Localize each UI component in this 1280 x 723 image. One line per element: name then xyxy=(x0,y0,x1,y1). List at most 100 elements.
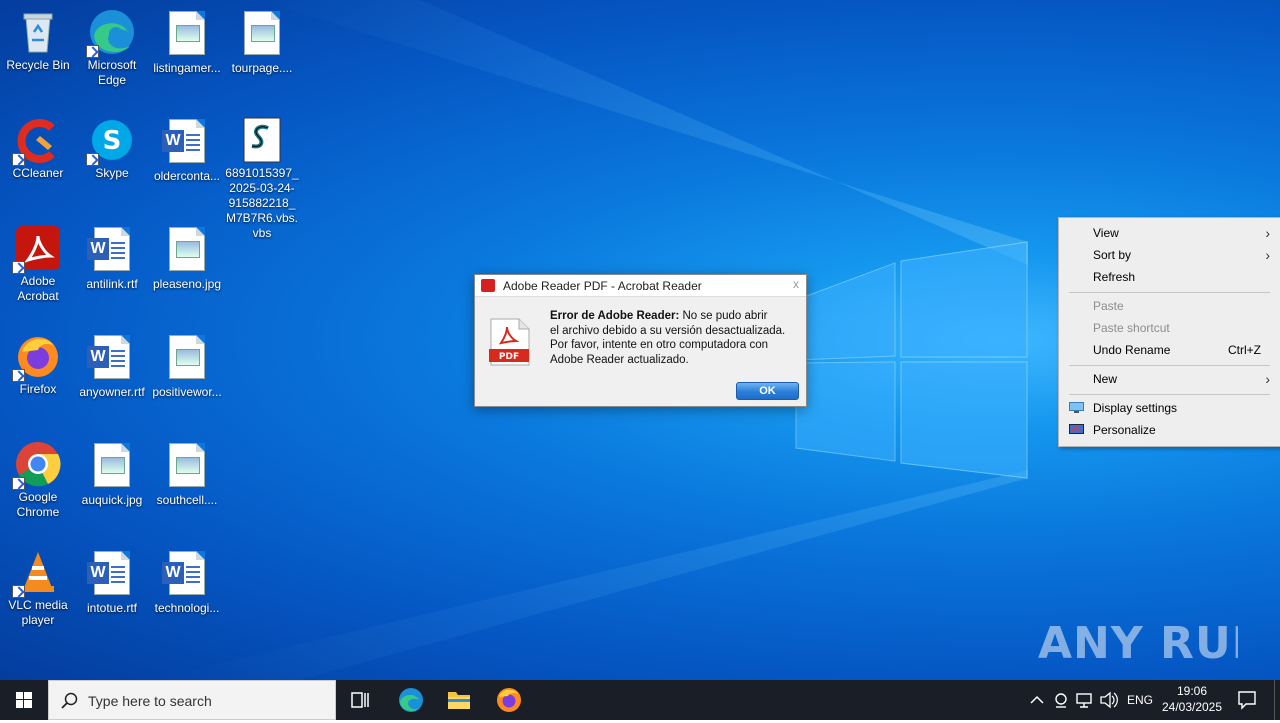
start-button[interactable] xyxy=(0,680,48,720)
adobe-reader-error-dialog: Adobe Reader PDF - Acrobat Reader x PDF … xyxy=(474,274,807,407)
taskbar-search-box[interactable]: Type here to search xyxy=(48,680,336,720)
menu-item-refresh[interactable]: Refresh xyxy=(1059,266,1280,288)
dialog-close-button[interactable]: x xyxy=(793,277,799,291)
desktop-icon-label: olderconta... xyxy=(153,169,221,183)
shortcut-arrow-icon xyxy=(12,153,25,166)
dialog-message: Error de Adobe Reader: No se pudo abrir … xyxy=(550,309,800,367)
menu-item-paste[interactable]: Paste xyxy=(1059,295,1280,317)
menu-item-undo-rename[interactable]: Undo Rename Ctrl+Z xyxy=(1059,339,1280,361)
desktop-icon-label: VLC media player xyxy=(8,598,68,627)
desktop[interactable]: Recycle Bin CCleaner Adobe Acrobat Firef… xyxy=(0,0,1280,680)
svg-text:S: S xyxy=(103,126,122,156)
desktop-icon-olderconta[interactable]: W olderconta... xyxy=(149,116,225,184)
desktop-icon-adobe-acrobat[interactable]: Adobe Acrobat xyxy=(0,224,76,304)
tray-meet-now[interactable] xyxy=(1050,680,1072,720)
chevron-right-icon: › xyxy=(1265,225,1270,241)
menu-separator xyxy=(1069,292,1270,293)
image-file-icon xyxy=(163,443,211,491)
menu-item-label: View xyxy=(1093,226,1119,240)
menu-item-label: Personalize xyxy=(1093,423,1156,437)
acrobat-icon xyxy=(481,279,495,292)
folder-icon xyxy=(448,692,470,709)
desktop-icon-vlc[interactable]: VLC media player xyxy=(0,548,76,628)
message-line: Por favor, intente en otro computadora c… xyxy=(550,339,768,351)
vbs-script-icon xyxy=(238,116,286,164)
ccleaner-icon xyxy=(12,116,62,166)
desktop-icon-label: 6891015397_2025-03-24-915882218_M7B7R6.v… xyxy=(225,166,299,240)
menu-item-sort-by[interactable]: Sort by › xyxy=(1059,244,1280,266)
desktop-icon-ccleaner[interactable]: CCleaner xyxy=(0,116,76,181)
desktop-icon-google-chrome[interactable]: Google Chrome xyxy=(0,440,76,520)
taskbar-edge-button[interactable] xyxy=(387,680,435,720)
desktop-icon-technologi[interactable]: W technologi... xyxy=(149,548,225,616)
pdf-file-icon: PDF xyxy=(487,317,533,367)
desktop-icon-positivewor[interactable]: positivewor... xyxy=(149,332,225,400)
desktop-icon-firefox[interactable]: Firefox xyxy=(0,332,76,397)
dialog-title-bar[interactable]: Adobe Reader PDF - Acrobat Reader x xyxy=(475,275,806,297)
ok-button[interactable]: OK xyxy=(736,382,799,400)
network-icon xyxy=(1076,693,1092,708)
menu-item-new[interactable]: New › xyxy=(1059,368,1280,390)
personalize-icon xyxy=(1069,424,1084,434)
desktop-icon-label: Firefox xyxy=(19,382,57,396)
display-settings-icon xyxy=(1069,402,1084,413)
pdf-icon-label: PDF xyxy=(499,352,519,362)
desktop-icon-label: CCleaner xyxy=(12,166,64,180)
taskbar-clock[interactable]: 19:06 24/03/2025 xyxy=(1158,683,1226,715)
desktop-icon-skype[interactable]: S Skype xyxy=(74,116,150,181)
image-file-icon xyxy=(88,443,136,491)
menu-item-label: Undo Rename xyxy=(1093,343,1171,357)
desktop-icon-antilink-rtf[interactable]: W antilink.rtf xyxy=(74,224,150,292)
desktop-icon-auquick-jpg[interactable]: auquick.jpg xyxy=(74,440,150,508)
shortcut-arrow-icon xyxy=(86,153,99,166)
action-center-button[interactable] xyxy=(1232,680,1262,720)
tray-volume[interactable] xyxy=(1097,680,1119,720)
desktop-icon-vbs-script[interactable]: 6891015397_2025-03-24-915882218_M7B7R6.v… xyxy=(224,116,300,241)
desktop-icon-microsoft-edge[interactable]: Microsoft Edge xyxy=(74,8,150,88)
desktop-icon-label: Microsoft Edge xyxy=(87,58,137,87)
speaker-icon xyxy=(1100,691,1118,709)
windows-logo-icon xyxy=(16,692,32,708)
menu-item-label: Refresh xyxy=(1093,270,1136,284)
desktop-icon-label: intotue.rtf xyxy=(86,601,138,615)
message-line: Adobe Reader actualizado. xyxy=(550,353,689,366)
shortcut-arrow-icon xyxy=(12,369,25,382)
vlc-cone-icon xyxy=(12,548,62,598)
tray-network[interactable] xyxy=(1073,680,1095,720)
adobe-acrobat-icon xyxy=(12,224,62,274)
desktop-icon-label: pleaseno.jpg xyxy=(152,277,222,291)
desktop-icon-intotue-rtf[interactable]: W intotue.rtf xyxy=(74,548,150,616)
desktop-icon-label: Skype xyxy=(95,166,129,180)
show-hidden-icons-button[interactable] xyxy=(1027,680,1047,720)
menu-separator xyxy=(1069,394,1270,395)
desktop-icon-listingamer[interactable]: listingamer... xyxy=(149,8,225,76)
tray-language[interactable]: ENG xyxy=(1126,680,1154,720)
task-view-button[interactable] xyxy=(336,680,384,720)
desktop-icon-recycle-bin[interactable]: Recycle Bin xyxy=(0,8,76,73)
taskbar-firefox-button[interactable] xyxy=(485,680,533,720)
message-bold: Error de Adobe Reader: xyxy=(550,310,680,322)
taskbar: Type here to search ENG 19:06 24/03/2025 xyxy=(0,680,1280,720)
desktop-context-menu: View › Sort by › Refresh Paste Paste sho… xyxy=(1058,217,1280,447)
desktop-icon-label: Google Chrome xyxy=(16,490,60,519)
menu-item-shortcut: Ctrl+Z xyxy=(1228,343,1261,357)
desktop-icon-label: positivewor... xyxy=(152,385,222,399)
shortcut-arrow-icon xyxy=(12,585,25,598)
notification-icon xyxy=(1238,691,1256,710)
desktop-icon-tourpage[interactable]: tourpage.... xyxy=(224,8,300,76)
image-file-icon xyxy=(163,335,211,383)
menu-item-view[interactable]: View › xyxy=(1059,222,1280,244)
show-desktop-button[interactable] xyxy=(1274,680,1280,720)
menu-item-label: Paste shortcut xyxy=(1093,321,1170,335)
word-document-icon: W xyxy=(162,551,211,599)
watermark-text: ANY RUN xyxy=(1038,618,1238,669)
menu-item-display-settings[interactable]: Display settings xyxy=(1059,397,1280,419)
menu-item-personalize[interactable]: Personalize xyxy=(1059,419,1280,441)
image-file-icon xyxy=(163,11,211,59)
desktop-icon-pleaseno-jpg[interactable]: pleaseno.jpg xyxy=(149,224,225,292)
desktop-icon-southcell[interactable]: southcell.... xyxy=(149,440,225,508)
desktop-icon-anyowner-rtf[interactable]: W anyowner.rtf xyxy=(74,332,150,400)
menu-item-paste-shortcut[interactable]: Paste shortcut xyxy=(1059,317,1280,339)
taskbar-file-explorer-button[interactable] xyxy=(435,680,483,720)
recycle-bin-icon xyxy=(14,8,62,56)
